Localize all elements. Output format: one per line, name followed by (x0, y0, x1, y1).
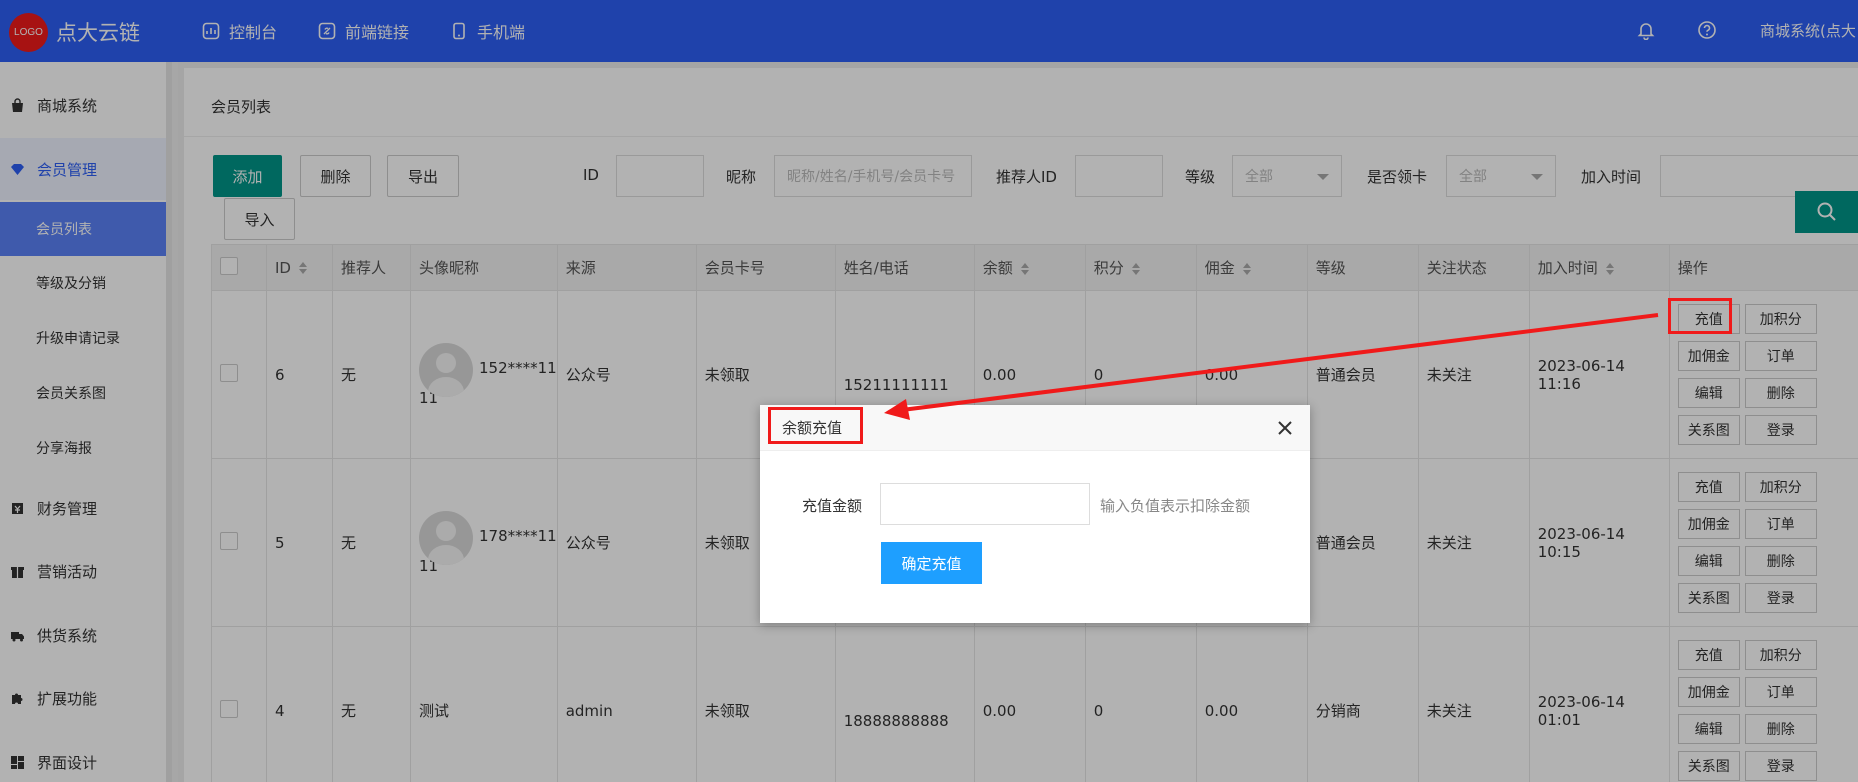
highlight-recharge-button (1668, 298, 1732, 334)
close-icon[interactable] (1274, 417, 1296, 439)
amount-hint: 输入负值表示扣除金额 (1100, 497, 1251, 515)
confirm-recharge-button[interactable]: 确定充值 (881, 542, 982, 584)
modal-overlay[interactable] (0, 0, 1858, 782)
amount-input[interactable] (880, 483, 1090, 525)
highlight-modal-title (768, 407, 863, 444)
amount-label: 充值金额 (802, 497, 863, 515)
